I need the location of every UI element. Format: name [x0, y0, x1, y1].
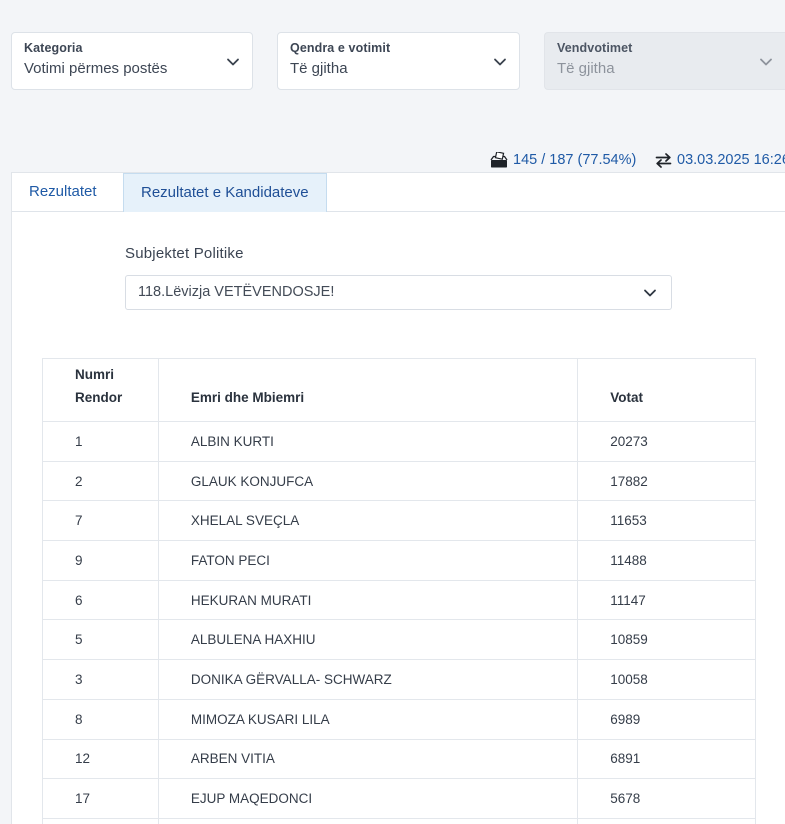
category-filter-label: Kategoria	[24, 41, 83, 55]
table-row: 7 XHELAL SVEÇLA 11653	[42, 500, 756, 542]
counted-status-text: 145 / 187 (77.54%)	[513, 152, 637, 168]
cell-rank: 17	[42, 778, 159, 819]
header-name: Emri dhe Mbiemri	[157, 358, 579, 422]
candidates-table: Numri Rendor Emri dhe Mbiemri Votat 1 AL…	[42, 358, 756, 824]
cell-rank: 12	[42, 738, 159, 780]
table-row: 2 GLAUK KONJUFCA 17882	[42, 460, 756, 502]
table-header-row: Numri Rendor Emri dhe Mbiemri Votat	[42, 358, 756, 422]
chevron-down-icon	[227, 58, 239, 66]
cell-votes: 20273	[577, 421, 756, 462]
polling-station-filter-value: Të gjitha	[557, 60, 615, 77]
polling-center-filter[interactable]: Qendra e votimit Të gjitha	[277, 32, 520, 90]
category-filter[interactable]: Kategoria Votimi përmes postës	[11, 32, 253, 90]
cell-name: DONIKA GËRVALLA- SCHWARZ	[157, 659, 579, 700]
chevron-down-icon	[644, 289, 656, 297]
cell-rank: 1	[42, 421, 159, 462]
cell-name: ALBIN KURTI	[157, 421, 579, 462]
polling-station-filter: Vendvotimet Të gjitha	[544, 32, 785, 90]
cell-votes: 11653	[577, 500, 756, 542]
table-row: 12 ARBEN VITIA 6891	[42, 738, 756, 780]
table-row: 1 ALBIN KURTI 20273	[42, 421, 756, 462]
cell-votes: 5678	[577, 778, 756, 819]
cell-rank: 6	[42, 579, 159, 621]
header-votes: Votat	[577, 358, 756, 422]
table-row: 8 MIMOZA KUSARI LILA 6989	[42, 698, 756, 740]
cell-rank: 2	[42, 460, 159, 502]
cell-votes: 6989	[577, 698, 756, 740]
cell-rank: 8	[42, 698, 159, 740]
polling-center-filter-value: Të gjitha	[290, 60, 348, 77]
table-row	[42, 817, 756, 824]
cell-votes: 10859	[577, 619, 756, 661]
table-row: 9 FATON PECI 11488	[42, 540, 756, 581]
cell-rank: 9	[42, 540, 159, 581]
cell-votes: 17882	[577, 460, 756, 502]
cell-votes: 6891	[577, 738, 756, 780]
counted-status: 145 / 187 (77.54%)	[490, 152, 636, 168]
category-filter-value: Votimi përmes postës	[24, 60, 168, 77]
tab-candidate-results[interactable]: Rezultatet e Kandidateve	[123, 173, 327, 212]
cell-name: EJUP MAQEDONCI	[157, 778, 579, 819]
cell-name: ALBULENA HAXHIU	[157, 619, 579, 661]
results-tabs: Rezultatet Rezultatet e Kandidateve	[12, 173, 785, 212]
chevron-down-icon	[494, 58, 506, 66]
cell-rank: 3	[42, 659, 159, 700]
header-rank: Numri Rendor	[42, 358, 159, 422]
cell-name: HEKURAN MURATI	[157, 579, 579, 621]
cell-name: MIMOZA KUSARI LILA	[157, 698, 579, 740]
cell-name: GLAUK KONJUFCA	[157, 460, 579, 502]
tab-results[interactable]: Rezultatet	[12, 173, 114, 212]
cell-name: XHELAL SVEÇLA	[157, 500, 579, 542]
political-subject-value: 118.Lëvizja VETËVENDOSJE!	[138, 284, 335, 300]
political-subject-select[interactable]: 118.Lëvizja VETËVENDOSJE!	[125, 275, 672, 310]
cell-votes: 10058	[577, 659, 756, 700]
last-updated-text: 03.03.2025 16:26	[677, 152, 785, 168]
cell-name: FATON PECI	[157, 540, 579, 581]
cell-name: ARBEN VITIA	[157, 738, 579, 780]
table-row: 6 HEKURAN MURATI 11147	[42, 579, 756, 621]
cell-rank: 5	[42, 619, 159, 661]
polling-center-filter-label: Qendra e votimit	[290, 41, 391, 55]
chevron-down-icon	[760, 58, 772, 66]
ballot-box-icon	[490, 152, 508, 168]
cell-rank: 7	[42, 500, 159, 542]
cell-votes: 11488	[577, 540, 756, 581]
exchange-arrows-icon	[655, 152, 672, 168]
polling-station-filter-label: Vendvotimet	[557, 41, 633, 55]
results-panel: Rezultatet Rezultatet e Kandidateve Subj…	[11, 172, 785, 824]
last-updated: 03.03.2025 16:26	[655, 152, 785, 168]
table-row: 3 DONIKA GËRVALLA- SCHWARZ 10058	[42, 659, 756, 700]
cell-votes: 11147	[577, 579, 756, 621]
table-row: 5 ALBULENA HAXHIU 10859	[42, 619, 756, 661]
political-subjects-label: Subjektet Politike	[125, 245, 244, 262]
table-row: 17 EJUP MAQEDONCI 5678	[42, 778, 756, 819]
